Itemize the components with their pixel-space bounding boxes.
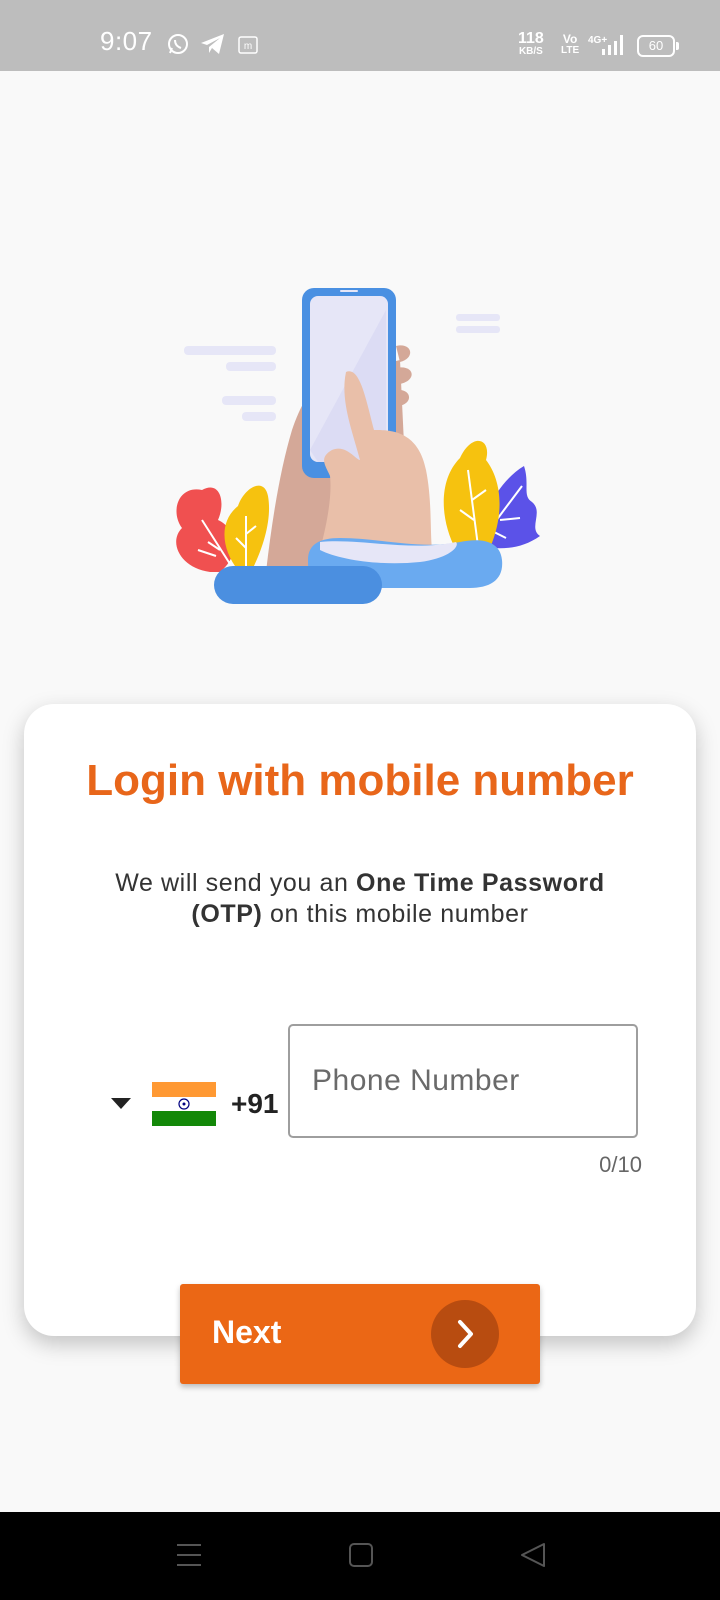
- speed-line: [456, 326, 500, 333]
- m-notification-icon: m: [238, 36, 258, 59]
- hand-holding-phone-illustration: [160, 280, 560, 630]
- dropdown-arrow-icon: [111, 1098, 131, 1109]
- volte-bottom: LTE: [561, 45, 580, 56]
- volte-top: Vo: [562, 32, 578, 46]
- otp-description: We will send you an One Time Password (O…: [84, 868, 636, 930]
- system-nav-bar: [0, 1512, 720, 1600]
- network-type: 4G+: [588, 35, 607, 46]
- character-counter: 0/10: [599, 1152, 642, 1177]
- volte-indicator: Vo LTE: [561, 32, 580, 56]
- speed-line: [222, 396, 276, 405]
- phone-number-input[interactable]: [312, 1056, 612, 1106]
- desc-part2: on this mobile number: [262, 900, 529, 928]
- home-icon[interactable]: [349, 1542, 373, 1573]
- speed-line: [242, 412, 276, 421]
- back-icon[interactable]: [520, 1542, 546, 1573]
- page-title: Login with mobile number: [86, 756, 634, 805]
- phone-number-field[interactable]: [288, 1024, 638, 1138]
- chevron-right-icon: [431, 1300, 499, 1368]
- whatsapp-icon: [166, 32, 190, 61]
- next-button[interactable]: Next: [180, 1284, 540, 1384]
- desc-part1: We will send you an: [115, 869, 357, 897]
- country-code-picker[interactable]: +91: [84, 1076, 294, 1132]
- status-bar: 9:07 m 118 KB/S Vo LTE 4G+ 60: [0, 0, 720, 71]
- net-speed-value: 118: [518, 30, 544, 47]
- speed-line: [226, 362, 276, 371]
- telegram-icon: [200, 33, 226, 60]
- menu-icon[interactable]: [176, 1542, 202, 1573]
- next-button-label: Next: [212, 1314, 282, 1350]
- battery-icon: 60: [637, 35, 679, 57]
- login-card: Login with mobile number We will send yo…: [24, 704, 696, 1336]
- signal-icon: 4G+: [588, 33, 628, 62]
- net-speed-unit: KB/S: [518, 46, 543, 57]
- status-time: 9:07: [100, 26, 153, 56]
- cloud-dark: [214, 566, 382, 604]
- speed-line: [456, 314, 500, 321]
- india-flag-icon: [152, 1082, 216, 1126]
- speed-line: [184, 346, 276, 355]
- svg-text:m: m: [244, 41, 252, 52]
- dial-code: +91: [231, 1088, 279, 1119]
- net-speed: 118 KB/S: [518, 30, 544, 58]
